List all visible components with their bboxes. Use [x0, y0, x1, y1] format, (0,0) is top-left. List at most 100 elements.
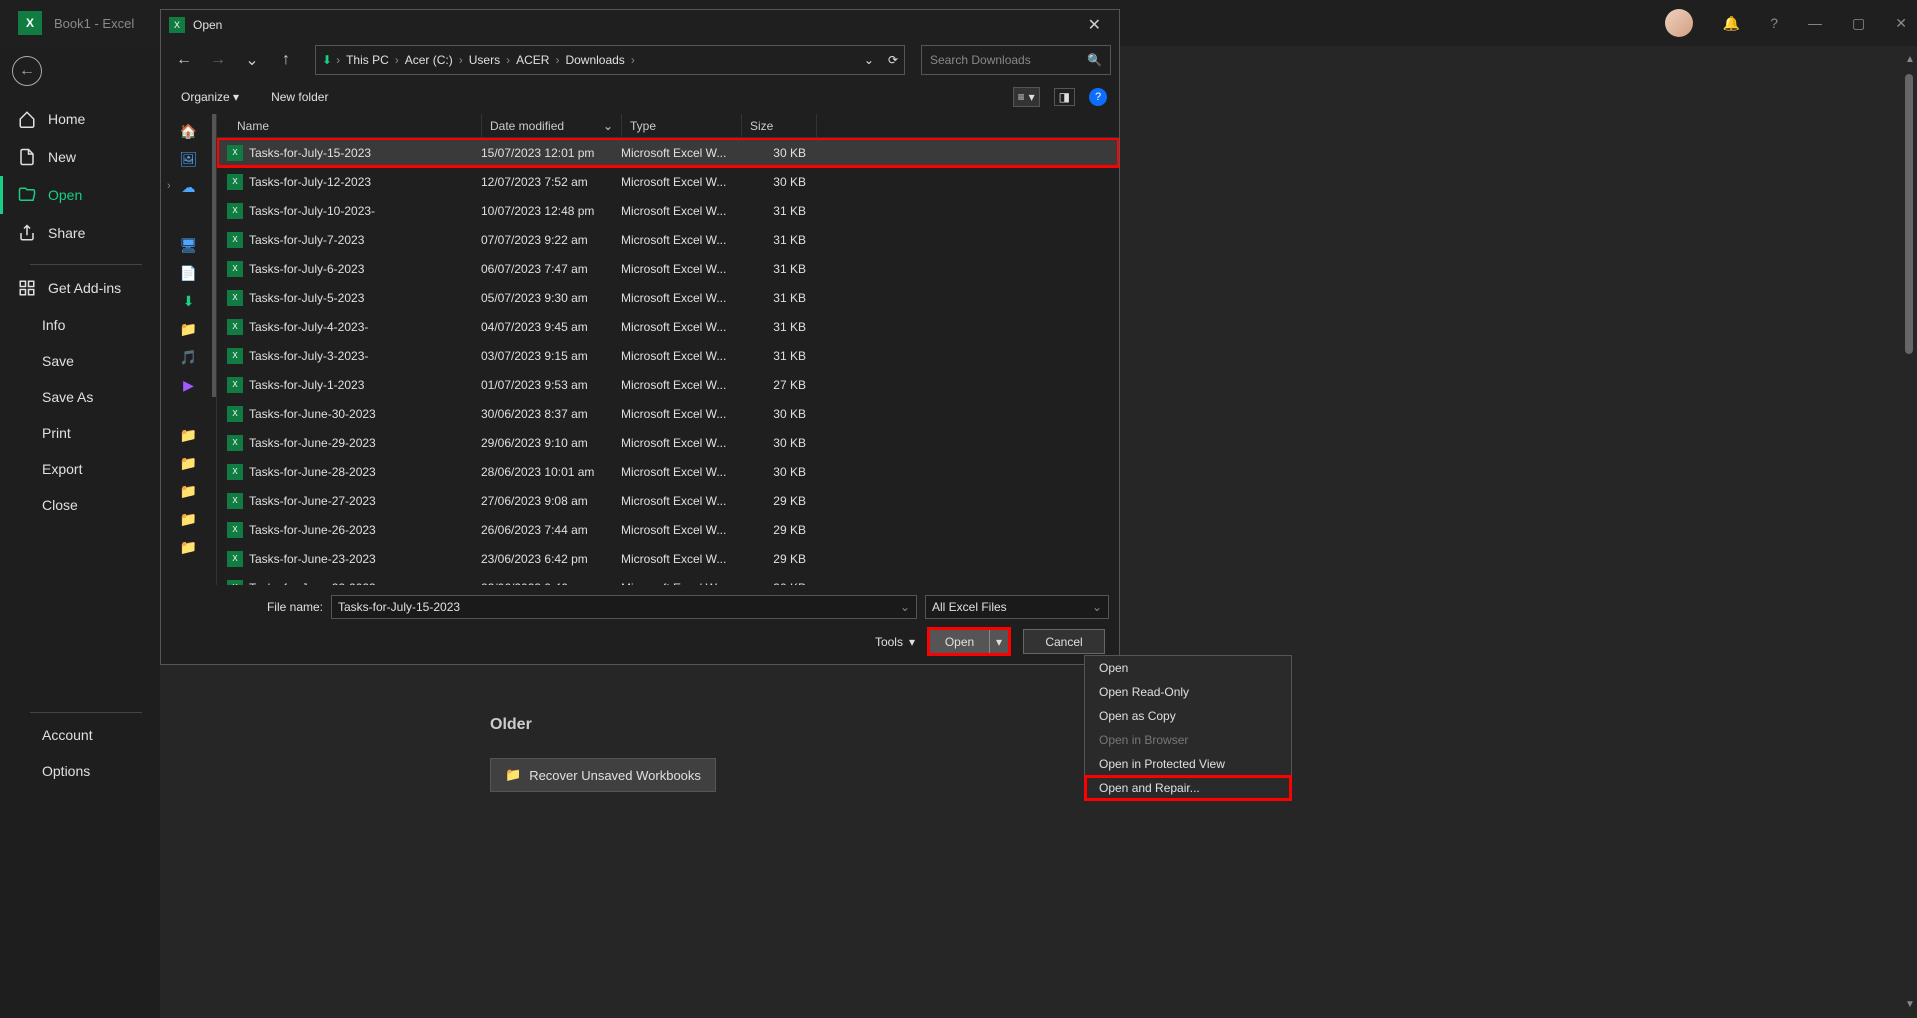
file-row[interactable]: XTasks-for-June-29-202329/06/2023 9:10 a… [217, 428, 1119, 457]
chevron-down-icon[interactable]: ⌄ [1092, 600, 1102, 614]
organize-button[interactable]: Organize ▾ [173, 86, 247, 108]
breadcrumb-segment[interactable]: Acer (C:) [401, 53, 457, 67]
onedrive-icon[interactable]: ☁ [179, 178, 199, 196]
column-header-date[interactable]: Date modified ⌄ [482, 114, 622, 137]
sidebar-scrollbar[interactable] [212, 114, 216, 397]
sidebar-item-info[interactable]: Info [0, 307, 160, 343]
maximize-icon[interactable]: ▢ [1852, 15, 1865, 32]
sidebar-item-account[interactable]: Account [0, 717, 160, 753]
sidebar-item-new[interactable]: New [0, 138, 160, 176]
sidebar-item-close[interactable]: Close [0, 487, 160, 523]
cancel-button[interactable]: Cancel [1023, 629, 1105, 654]
xlsx-file-icon: X [227, 203, 243, 219]
expand-icon[interactable]: › [167, 180, 171, 192]
sidebar-item-export[interactable]: Export [0, 451, 160, 487]
music-icon[interactable]: 🎵 [179, 348, 199, 366]
filetype-select[interactable]: All Excel Files ⌄ [925, 595, 1109, 619]
download-location-icon: ⬇ [322, 53, 332, 67]
minimize-icon[interactable]: — [1808, 15, 1822, 31]
chevron-down-icon[interactable]: ⌄ [900, 600, 910, 614]
sidebar-item-open[interactable]: Open [0, 176, 160, 214]
document-icon [18, 148, 36, 166]
file-row[interactable]: XTasks-for-June-27-202327/06/2023 9:08 a… [217, 486, 1119, 515]
breadcrumb-separator: › [629, 53, 637, 67]
file-row[interactable]: XTasks-for-July-5-202305/07/2023 9:30 am… [217, 283, 1119, 312]
videos-icon[interactable]: ▶ [179, 376, 199, 394]
file-browser-area: 🏠 🖼 ☁ 🖥 📄 ⬇ 📁 🎵 ▶ 📁 📁 📁 📁 📁 › Name Date … [161, 114, 1119, 585]
filename-input[interactable]: Tasks-for-July-15-2023 ⌄ [331, 595, 917, 619]
breadcrumb-segment[interactable]: This PC [342, 53, 393, 67]
file-row[interactable]: XTasks-for-July-7-202307/07/2023 9:22 am… [217, 225, 1119, 254]
gallery-icon[interactable]: 🖼 [179, 150, 199, 168]
help-icon[interactable]: ? [1089, 88, 1107, 106]
scrollbar-track[interactable]: ▲ ▼ [1905, 54, 1915, 1010]
recover-unsaved-button[interactable]: 📁 Recover Unsaved Workbooks [490, 758, 716, 792]
close-icon[interactable]: ✕ [1895, 15, 1907, 32]
user-avatar[interactable] [1665, 9, 1693, 37]
file-row[interactable]: XTasks-for-June-23-202323/06/2023 6:42 p… [217, 544, 1119, 573]
column-header-type[interactable]: Type [622, 114, 742, 137]
new-folder-button[interactable]: New folder [263, 86, 336, 108]
menu-item[interactable]: Open [1085, 656, 1291, 680]
search-input[interactable]: Search Downloads 🔍 [921, 45, 1111, 75]
breadcrumb-bar[interactable]: ⬇ › This PC › Acer (C:) › Users › ACER ›… [315, 45, 905, 75]
menu-item[interactable]: Open as Copy [1085, 704, 1291, 728]
file-row[interactable]: XTasks-for-June-22-202322/06/2023 9:46 a… [217, 573, 1119, 585]
sidebar-item-options[interactable]: Options [0, 753, 160, 789]
dialog-close-button[interactable]: ✕ [1078, 12, 1111, 38]
sidebar-item-home[interactable]: Home [0, 100, 160, 138]
file-row[interactable]: XTasks-for-June-26-202326/06/2023 7:44 a… [217, 515, 1119, 544]
folder-icon[interactable]: 📁 [179, 510, 199, 528]
desktop-icon[interactable]: 🖥 [179, 236, 199, 254]
tools-button[interactable]: Tools ▾ [875, 635, 915, 649]
notifications-icon[interactable]: 🔔 [1723, 15, 1740, 32]
file-row[interactable]: XTasks-for-July-3-2023-03/07/2023 9:15 a… [217, 341, 1119, 370]
file-row[interactable]: XTasks-for-June-28-202328/06/2023 10:01 … [217, 457, 1119, 486]
folder-icon[interactable]: 📁 [179, 454, 199, 472]
sidebar-item-save[interactable]: Save [0, 343, 160, 379]
open-button[interactable]: Open [929, 629, 989, 654]
pictures-icon[interactable]: 📁 [179, 320, 199, 338]
file-row[interactable]: XTasks-for-July-4-2023-04/07/2023 9:45 a… [217, 312, 1119, 341]
open-dropdown-button[interactable]: ▾ [989, 629, 1009, 654]
folder-icon[interactable]: 📁 [179, 538, 199, 556]
file-row[interactable]: XTasks-for-June-30-202330/06/2023 8:37 a… [217, 399, 1119, 428]
folder-icon[interactable]: 📁 [179, 482, 199, 500]
breadcrumb-segment[interactable]: ACER [512, 53, 553, 67]
column-header-size[interactable]: Size [742, 114, 817, 137]
sidebar-item-share[interactable]: Share [0, 214, 160, 252]
chevron-down-icon[interactable]: ⌄ [864, 53, 874, 67]
view-mode-button[interactable]: ≡ ▾ [1013, 87, 1040, 107]
breadcrumb-segment[interactable]: Downloads [561, 53, 628, 67]
folder-icon[interactable]: 📁 [179, 426, 199, 444]
nav-back-button[interactable]: ← [169, 46, 199, 74]
file-row[interactable]: XTasks-for-July-1-202301/07/2023 9:53 am… [217, 370, 1119, 399]
documents-icon[interactable]: 📄 [179, 264, 199, 282]
column-header-name[interactable]: Name [217, 114, 482, 137]
preview-pane-button[interactable]: ◨ [1054, 88, 1075, 106]
file-row[interactable]: XTasks-for-July-10-2023-10/07/2023 12:48… [217, 196, 1119, 225]
sidebar-item-saveas[interactable]: Save As [0, 379, 160, 415]
refresh-icon[interactable]: ⟳ [888, 53, 898, 67]
menu-item[interactable]: Open and Repair... [1085, 776, 1291, 800]
downloads-icon[interactable]: ⬇ [179, 292, 199, 310]
nav-forward-button[interactable]: → [203, 46, 233, 74]
xlsx-file-icon: X [227, 377, 243, 393]
menu-item[interactable]: Open in Protected View [1085, 752, 1291, 776]
file-row[interactable]: XTasks-for-July-15-202315/07/2023 12:01 … [217, 138, 1119, 167]
back-button[interactable]: ← [12, 56, 42, 86]
nav-history-button[interactable]: ⌄ [237, 46, 267, 74]
scrollbar-thumb[interactable] [1905, 74, 1913, 354]
menu-item[interactable]: Open Read-Only [1085, 680, 1291, 704]
menu-item: Open in Browser [1085, 728, 1291, 752]
file-row[interactable]: XTasks-for-July-12-202312/07/2023 7:52 a… [217, 167, 1119, 196]
file-row[interactable]: XTasks-for-July-6-202306/07/2023 7:47 am… [217, 254, 1119, 283]
addins-icon [18, 279, 36, 297]
file-name: Tasks-for-June-26-2023 [249, 523, 481, 537]
sidebar-item-print[interactable]: Print [0, 415, 160, 451]
home-quickaccess-icon[interactable]: 🏠 [179, 122, 199, 140]
nav-up-button[interactable]: ↑ [271, 46, 301, 74]
breadcrumb-segment[interactable]: Users [465, 53, 504, 67]
help-icon[interactable]: ? [1770, 15, 1778, 31]
sidebar-item-addins[interactable]: Get Add-ins [0, 269, 160, 307]
